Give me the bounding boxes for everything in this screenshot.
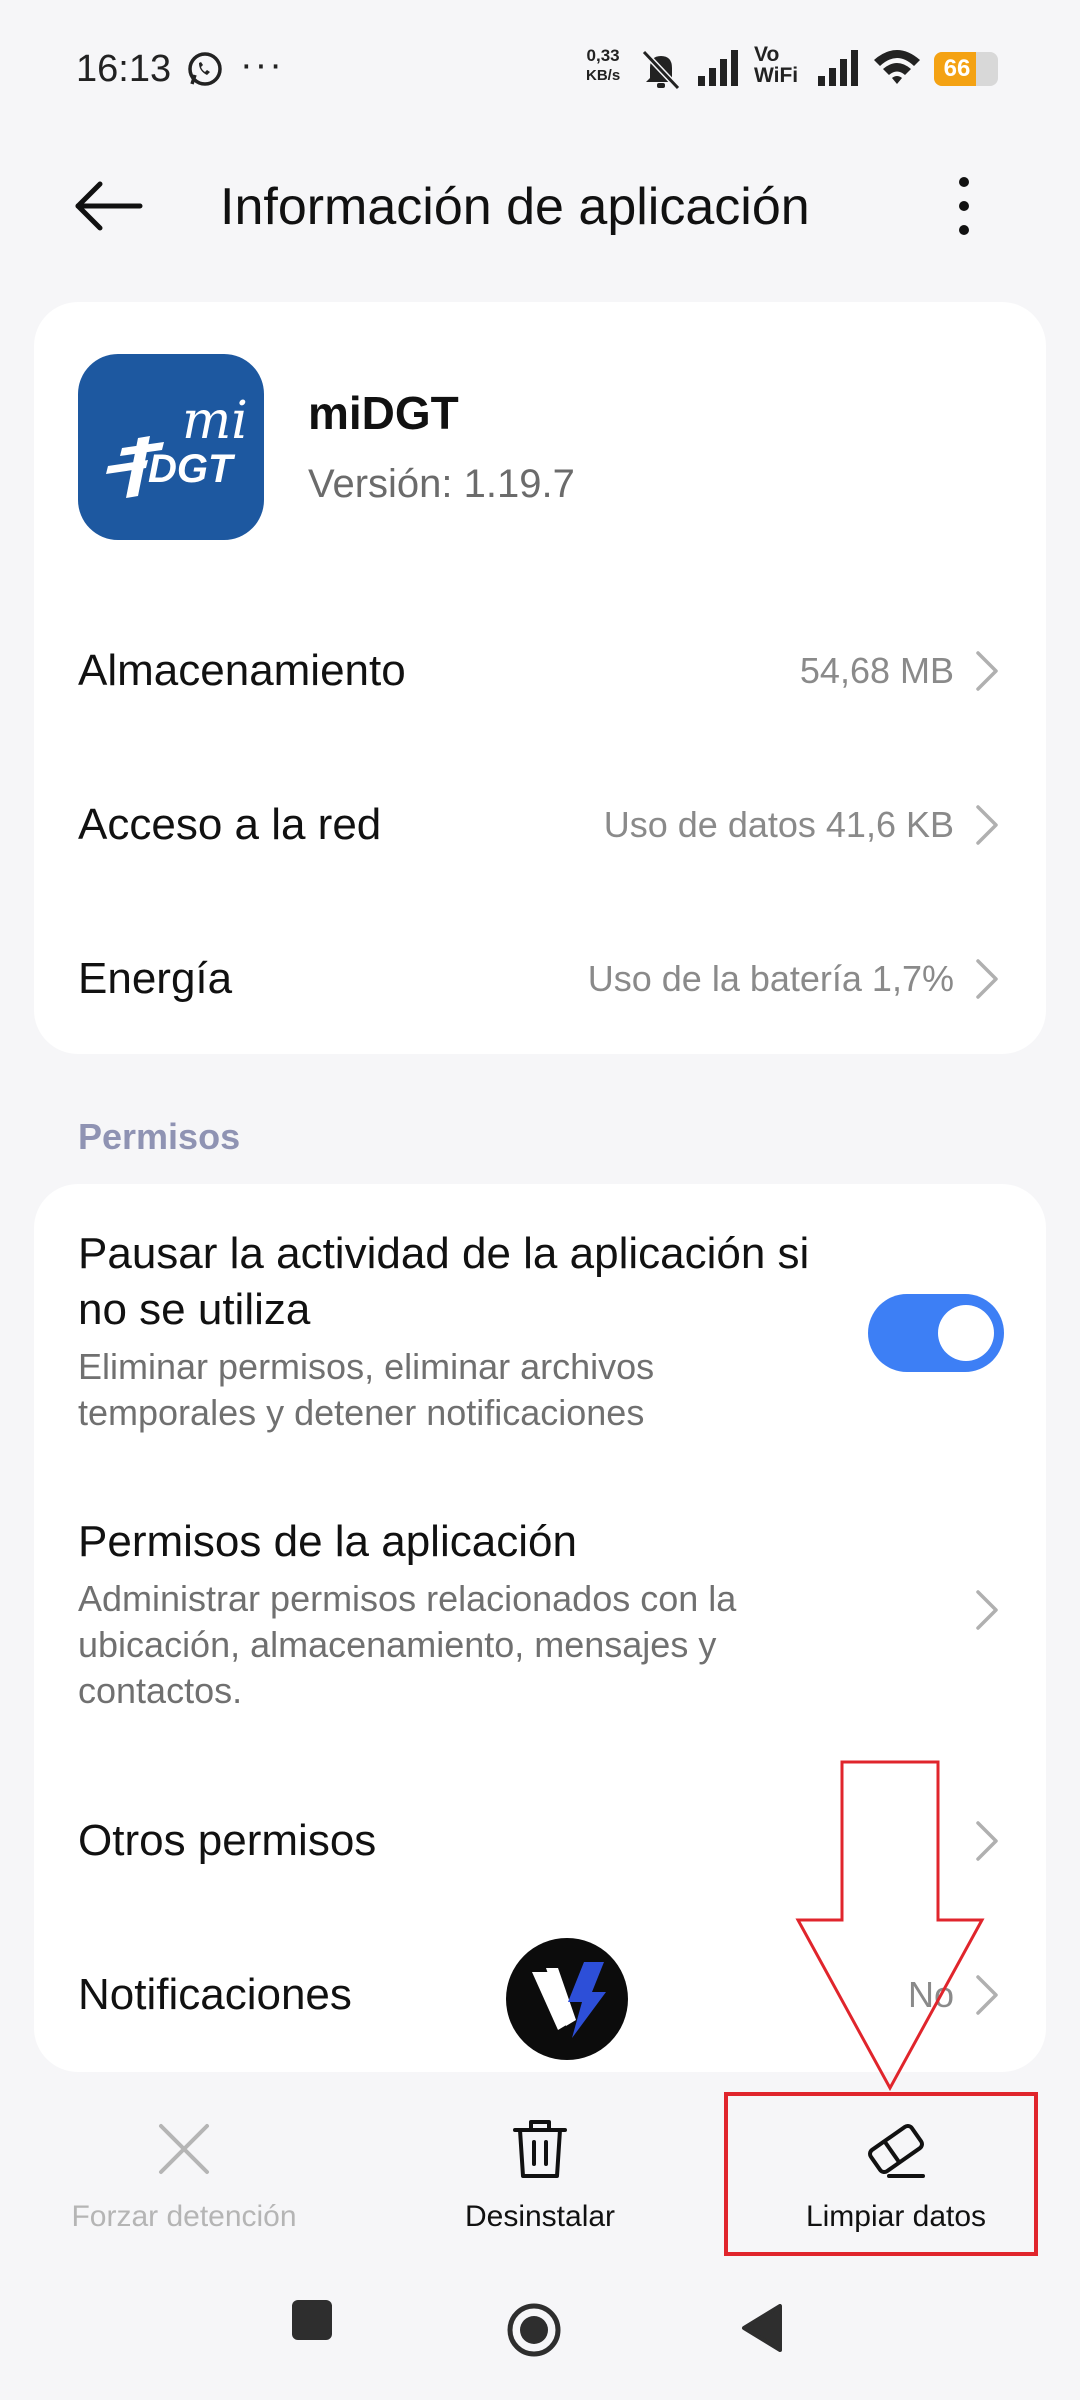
force-stop-label: Forzar detención: [71, 2200, 297, 2233]
app-icon: mi DGT: [78, 354, 264, 540]
chevron-right-icon: [976, 1590, 998, 1630]
app-permissions-subtitle: Administrar permisos relacionados con la…: [78, 1578, 737, 1711]
vowifi-bottom: WiFi: [754, 64, 799, 87]
wifi-icon: [874, 50, 920, 84]
pause-activity-title: Pausar la actividad de la aplicación si …: [78, 1229, 810, 1334]
app-info-card: mi DGT miDGT Versión: 1.19.7 Almacenamie…: [34, 302, 1046, 1054]
whatsapp-icon: [188, 52, 222, 86]
network-speed-value: 0,33: [586, 46, 620, 65]
network-access-row[interactable]: Acceso a la red Uso de datos 41,6 KB: [34, 748, 1046, 902]
back-button-icon[interactable]: [740, 2304, 784, 2352]
trash-icon: [513, 2120, 567, 2178]
energy-label: Energía: [78, 954, 233, 1003]
battery-icon: 66: [934, 52, 998, 86]
energy-row[interactable]: Energía Uso de la batería 1,7%: [34, 902, 1046, 1056]
uninstall-button[interactable]: Desinstalar: [390, 2116, 690, 2246]
signal-icon: [698, 50, 738, 86]
other-permissions-label: Otros permisos: [78, 1816, 377, 1865]
logo-text-top: mi: [182, 391, 248, 451]
network-access-label: Acceso a la red: [78, 800, 382, 849]
page-title: Información de aplicación: [220, 178, 810, 236]
watermark-logo: [506, 1938, 628, 2060]
uninstall-label: Desinstalar: [464, 2200, 616, 2233]
status-time: 16:13: [76, 48, 172, 90]
app-name: miDGT: [308, 387, 459, 439]
close-icon: [159, 2124, 209, 2174]
storage-row[interactable]: Almacenamiento 54,68 MB: [34, 594, 1046, 748]
home-button-icon[interactable]: [506, 2302, 562, 2358]
pause-activity-row[interactable]: Pausar la actividad de la aplicación si …: [34, 1184, 1046, 1474]
energy-value: Uso de la batería 1,7%: [587, 958, 954, 999]
app-permissions-row[interactable]: Permisos de la aplicación Administrar pe…: [34, 1494, 1046, 1734]
annotation-box: [724, 2092, 1038, 2256]
recents-button-icon[interactable]: [290, 2298, 334, 2342]
chevron-right-icon: [976, 805, 998, 845]
notifications-label: Notificaciones: [78, 1970, 352, 2019]
back-arrow-icon[interactable]: [70, 168, 146, 244]
network-access-value: Uso de datos 41,6 KB: [603, 804, 954, 845]
storage-label: Almacenamiento: [78, 646, 406, 695]
mute-icon: [641, 49, 681, 91]
signal-icon: [818, 50, 858, 86]
battery-level: 66: [943, 55, 971, 82]
vowifi-icon: Vo WiFi: [754, 44, 798, 86]
more-notifications-icon: ···: [240, 44, 284, 86]
chevron-right-icon: [976, 959, 998, 999]
more-options-icon[interactable]: [944, 168, 984, 244]
app-version: Versión: 1.19.7: [308, 462, 575, 506]
network-speed: 0,33 KB/s: [586, 46, 620, 86]
network-speed-unit: KB/s: [586, 67, 621, 84]
permissions-section-label: Permisos: [78, 1116, 241, 1157]
vowifi-top: Vo: [754, 43, 780, 66]
chevron-right-icon: [976, 651, 998, 691]
storage-value: 54,68 MB: [799, 650, 954, 691]
midgt-logo-icon: mi DGT: [106, 391, 248, 498]
pause-activity-subtitle: Eliminar permisos, eliminar archivos tem…: [78, 1346, 655, 1433]
force-stop-button[interactable]: Forzar detención: [34, 2116, 334, 2246]
logo-text-bottom: DGT: [148, 447, 236, 491]
toggle-knob: [938, 1305, 994, 1361]
app-permissions-title: Permisos de la aplicación: [78, 1517, 577, 1566]
status-bar: 16:13 ··· 0,33 KB/s Vo WiFi 66: [0, 0, 1080, 140]
annotation-arrow: [795, 1760, 985, 2092]
pause-activity-toggle[interactable]: [868, 1294, 1004, 1372]
